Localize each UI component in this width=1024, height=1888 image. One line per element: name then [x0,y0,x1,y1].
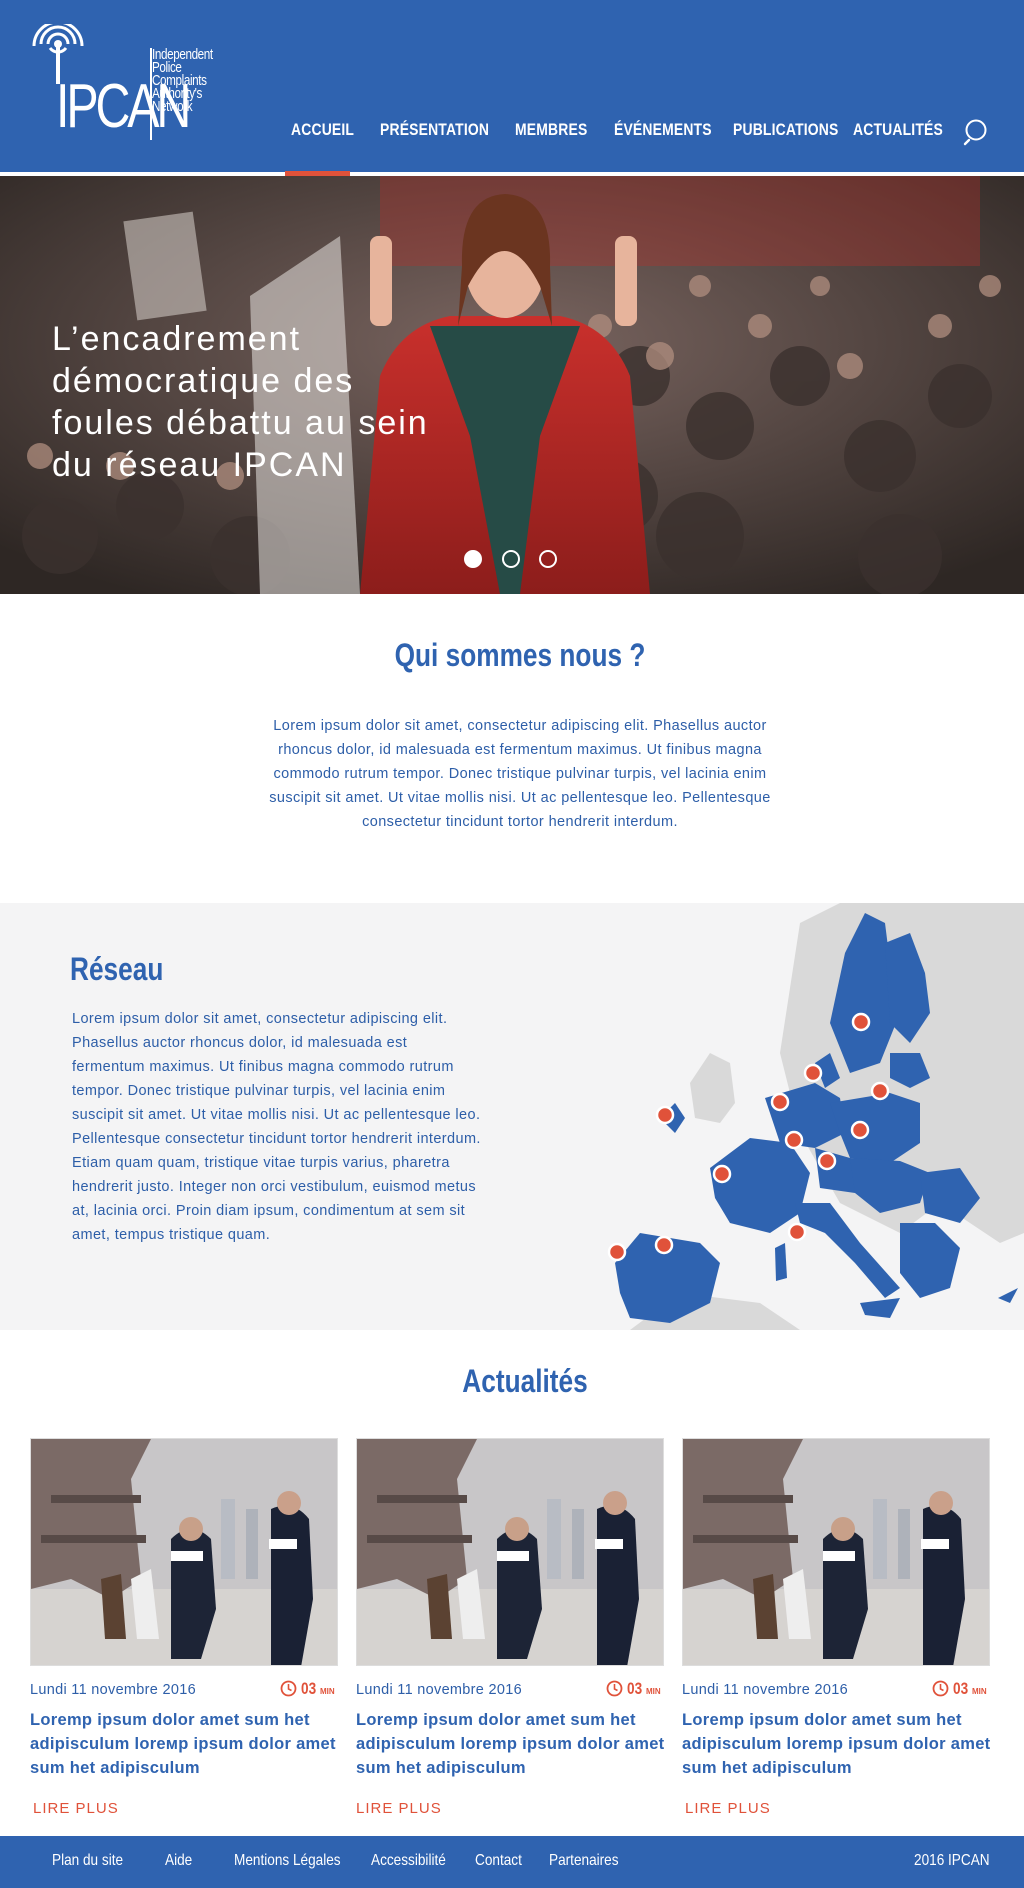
map-marker[interactable] [712,1164,732,1184]
news-card[interactable]: Lundi 11 novembre 2016 03 MIN Loremp ips… [30,1438,338,1838]
clock-icon [280,1680,297,1697]
slider-dot-2[interactable] [502,550,520,568]
network-title: Réseau [70,951,164,987]
logo-subtitle: Independent Police Complaints Authority'… [152,47,222,115]
footer-link-plan[interactable]: Plan du site [52,1852,123,1870]
network-section: Réseau Lorem ipsum dolor sit amet, conse… [0,903,1024,1330]
news-image[interactable] [30,1438,338,1666]
news-card-title[interactable]: Loremp ipsum dolor amet sum het adipiscu… [30,1708,348,1780]
footer-link-contact[interactable]: Contact [475,1852,522,1870]
slider-dot-3[interactable] [539,550,557,568]
clock-icon [932,1680,949,1697]
footer-link-mentions[interactable]: Mentions Légales [234,1852,341,1870]
nav-item-evenements[interactable]: ÉVÉNEMENTS [614,120,712,140]
news-card-title[interactable]: Loremp ipsum dolor amet sum het adipiscu… [356,1708,674,1780]
reading-time-value: 03 [953,1679,969,1698]
reading-time-unit: MIN [972,1687,987,1696]
map-marker[interactable] [607,1242,627,1262]
read-more-link[interactable]: LIRE PLUS [685,1800,771,1817]
nav-item-actualites[interactable]: ACTUALITÉS [853,120,943,140]
news-image[interactable] [682,1438,990,1666]
news-title: Actualités [462,1363,588,1399]
map-marker[interactable] [817,1151,837,1171]
map-marker[interactable] [787,1222,807,1242]
hero-title: L’encadrement démocratique des foules dé… [52,320,429,484]
news-card[interactable]: Lundi 11 novembre 2016 03 MIN Loremp ips… [356,1438,664,1838]
reading-time-unit: MIN [320,1687,335,1696]
site-header: IPCAN Independent Police Complaints Auth… [0,0,1024,172]
nav-item-accueil[interactable]: ACCUEIL [291,120,354,140]
map-marker[interactable] [654,1235,674,1255]
reading-time-value: 03 [627,1679,643,1698]
slider-dot-1[interactable] [464,550,482,568]
news-date: Lundi 11 novembre 2016 [30,1682,196,1698]
reading-time: 03 MIN [932,1678,990,1700]
copyright: 2016 IPCAN [914,1852,990,1869]
network-text: Lorem ipsum dolor sit amet, consectetur … [72,1011,481,1243]
clock-icon [606,1680,623,1697]
map-marker[interactable] [770,1092,790,1112]
nav-item-publications[interactable]: PUBLICATIONS [733,120,838,140]
map-marker[interactable] [850,1120,870,1140]
map-marker[interactable] [655,1105,675,1125]
footer-link-partenaires[interactable]: Partenaires [549,1852,619,1870]
map-marker[interactable] [870,1081,890,1101]
reading-time: 03 MIN [280,1678,338,1700]
hero-slider: L’encadrement démocratique des foules dé… [0,176,1024,594]
news-card[interactable]: Lundi 11 novembre 2016 03 MIN Loremp ips… [682,1438,990,1838]
site-footer: Plan du site Aide Mentions Légales Acces… [0,1836,1024,1888]
about-title: Qui sommes nous ? [394,637,646,673]
footer-link-accessibilite[interactable]: Accessibilité [371,1852,446,1870]
news-date: Lundi 11 novembre 2016 [682,1682,848,1698]
nav-item-presentation[interactable]: PRÉSENTATION [380,120,489,140]
europe-map[interactable] [600,903,1024,1330]
map-marker[interactable] [851,1012,871,1032]
news-card-title[interactable]: Loremp ipsum dolor amet sum het adipiscu… [682,1708,1000,1780]
logo-sub-line: Network [152,98,193,115]
map-marker[interactable] [803,1063,823,1083]
nav-item-membres[interactable]: MEMBRES [515,120,587,140]
read-more-link[interactable]: LIRE PLUS [33,1800,119,1817]
read-more-link[interactable]: LIRE PLUS [356,1800,442,1817]
reading-time: 03 MIN [606,1678,664,1700]
reading-time-unit: MIN [646,1687,661,1696]
news-image[interactable] [356,1438,664,1666]
about-text: Lorem ipsum dolor sit amet, consectetur … [269,718,771,830]
search-icon[interactable] [963,118,991,146]
news-date: Lundi 11 novembre 2016 [356,1682,522,1698]
footer-link-aide[interactable]: Aide [165,1852,192,1870]
map-marker[interactable] [784,1130,804,1150]
reading-time-value: 03 [301,1679,317,1698]
